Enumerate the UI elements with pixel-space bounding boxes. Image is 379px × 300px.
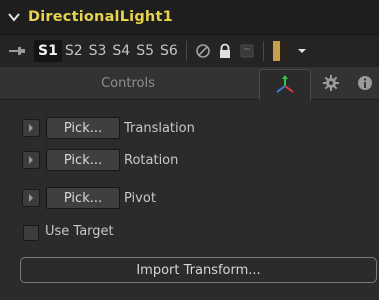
expand-toggle[interactable] [22, 151, 40, 169]
slot-s4-button[interactable]: S4 [109, 43, 133, 59]
pick-rotation-button[interactable]: Pick... [46, 149, 120, 171]
dropdown-icon[interactable] [293, 42, 311, 60]
tool-header: DirectionalLight1 [0, 0, 379, 34]
color-swatch-icon[interactable] [271, 41, 289, 61]
rotation-label: Rotation [124, 152, 179, 168]
rotation-row: Pick... Rotation [0, 147, 379, 173]
use-target-label: Use Target [45, 224, 114, 239]
transform-3d-icon[interactable] [259, 69, 311, 100]
inspector-tabs: Controls [0, 67, 379, 100]
tool-title: DirectionalLight1 [28, 9, 173, 25]
pin-icon[interactable] [0, 46, 34, 56]
reset-icon[interactable] [238, 42, 256, 60]
import-transform-button[interactable]: Import Transform... [20, 257, 377, 283]
disable-icon[interactable] [194, 42, 212, 60]
info-icon[interactable] [350, 67, 379, 99]
slot-s2-button[interactable]: S2 [62, 43, 86, 59]
slot-s5-button[interactable]: S5 [133, 43, 157, 59]
tab-controls[interactable]: Controls [0, 67, 256, 99]
toolbar-separator [185, 41, 187, 61]
slot-s1-button[interactable]: S1 [34, 40, 62, 62]
translation-row: Pick... Translation [0, 115, 379, 141]
lock-icon[interactable] [216, 42, 234, 60]
use-target-checkbox[interactable] [23, 225, 39, 241]
toolbar-separator [262, 41, 264, 61]
slot-toolbar: S1 S2 S3 S4 S5 S6 [0, 34, 379, 67]
pick-pivot-button[interactable]: Pick... [46, 187, 120, 209]
pick-translation-button[interactable]: Pick... [46, 117, 120, 139]
gear-icon[interactable] [316, 67, 346, 99]
translation-label: Translation [124, 120, 195, 136]
pivot-row: Pick... Pivot [0, 185, 379, 211]
expand-toggle[interactable] [22, 119, 40, 137]
slot-s6-button[interactable]: S6 [157, 43, 181, 59]
slot-s3-button[interactable]: S3 [86, 43, 110, 59]
expand-toggle[interactable] [22, 189, 40, 207]
chevron-down-icon[interactable] [0, 12, 28, 22]
pivot-label: Pivot [124, 190, 156, 206]
